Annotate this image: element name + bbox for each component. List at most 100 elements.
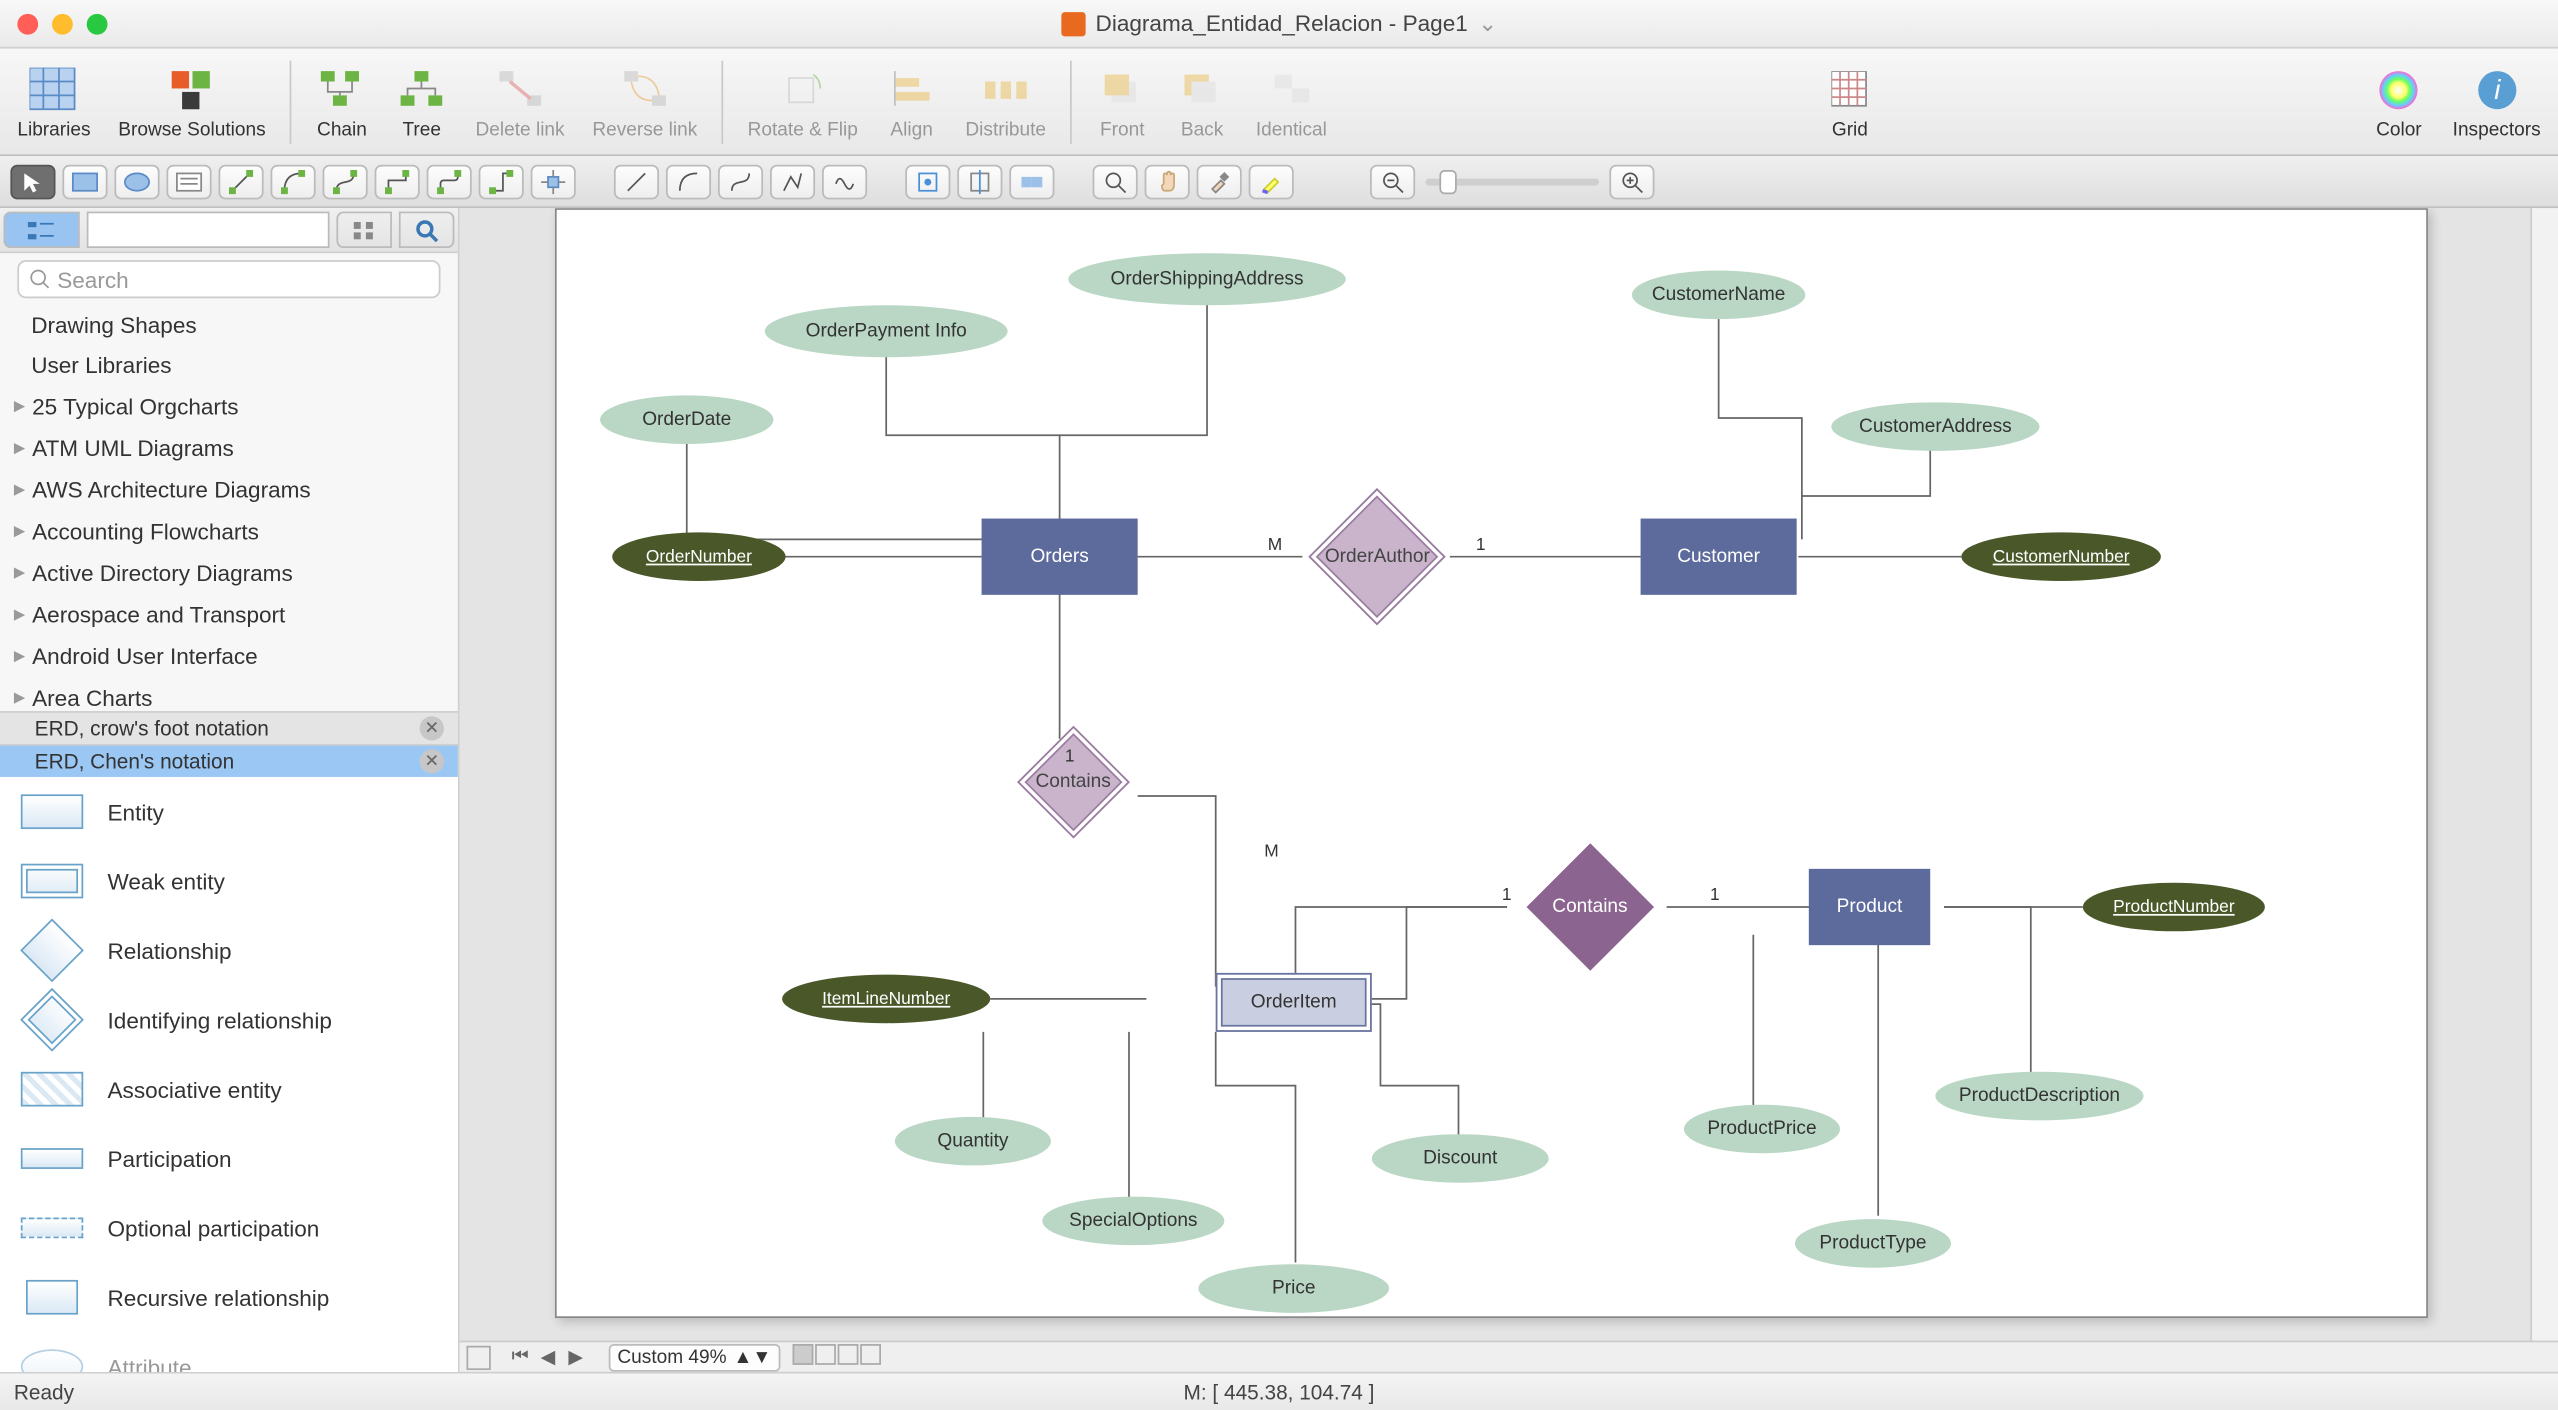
lib-item[interactable]: ▸Android User Interface	[0, 635, 458, 677]
layer-indicators[interactable]	[790, 1344, 880, 1370]
collapse-sidebar-icon[interactable]	[467, 1345, 491, 1369]
browse-button[interactable]: Browse Solutions	[104, 60, 279, 143]
card-1: 1	[1065, 747, 1075, 766]
close-icon[interactable]: ✕	[420, 749, 444, 773]
highlighter-tool[interactable]	[1249, 164, 1294, 199]
lib-item[interactable]: ▸Aerospace and Transport	[0, 593, 458, 635]
conn-ortho-tool[interactable]	[479, 164, 524, 199]
conn-direct-tool[interactable]	[219, 164, 264, 199]
stencil-tabs: ERD, crow's foot notation✕ ERD, Chen's n…	[0, 711, 458, 777]
attr-orderdate[interactable]: OrderDate	[600, 395, 773, 444]
stencil-recursive[interactable]: Recursive relationship	[0, 1263, 458, 1332]
conn-arc-tool[interactable]	[271, 164, 316, 199]
rect-tool[interactable]	[62, 164, 107, 199]
snap-guide-tool[interactable]	[957, 164, 1002, 199]
sidebar: Search Drawing Shapes User Libraries ▸25…	[0, 208, 460, 1372]
reroute-tool[interactable]	[531, 164, 576, 199]
entity-product[interactable]: Product	[1809, 869, 1930, 945]
attr-ordernumber[interactable]: OrderNumber	[612, 532, 785, 581]
sidebar-view-grid[interactable]	[336, 212, 391, 248]
lib-item[interactable]: ▸Accounting Flowcharts	[0, 510, 458, 552]
tree-button[interactable]: Tree	[382, 60, 462, 143]
lib-item[interactable]: User Libraries	[0, 345, 458, 385]
page-prev-icon[interactable]: ◀	[536, 1346, 560, 1369]
zoom-out-button[interactable]	[1370, 164, 1415, 199]
stencil-attribute[interactable]: Attribute	[0, 1332, 458, 1372]
attr-itemlinenumber[interactable]: ItemLineNumber	[782, 975, 990, 1024]
conn-round-tool[interactable]	[427, 164, 472, 199]
entity-orders[interactable]: Orders	[982, 519, 1138, 595]
polyline-tool[interactable]	[770, 164, 815, 199]
ellipse-tool[interactable]	[114, 164, 159, 199]
page-next-icon[interactable]: ▶	[564, 1346, 588, 1369]
stencil-identifying[interactable]: Identifying relationship	[0, 985, 458, 1054]
stencil-assoc-entity[interactable]: Associative entity	[0, 1054, 458, 1123]
sidebar-search-button[interactable]	[399, 212, 454, 248]
attr-orderpayment[interactable]: OrderPayment Info	[765, 305, 1008, 357]
attr-productprice[interactable]: ProductPrice	[1684, 1105, 1840, 1154]
rel-contains2[interactable]: Contains	[1512, 846, 1668, 967]
snap-env-tool[interactable]	[905, 164, 950, 199]
vertical-scrollbar[interactable]	[2530, 208, 2558, 1340]
page-nav: ⏮ ◀ ▶	[498, 1346, 599, 1369]
attr-customernumber[interactable]: CustomerNumber	[1961, 532, 2160, 581]
eyedropper-tool[interactable]	[1197, 164, 1242, 199]
grid-button[interactable]: Grid	[1810, 60, 1890, 143]
rel-contains1[interactable]: Contains	[1008, 730, 1138, 834]
lib-item[interactable]: ▸25 Typical Orgcharts	[0, 385, 458, 427]
attr-productnumber[interactable]: ProductNumber	[2083, 883, 2265, 932]
stencil-entity[interactable]: Entity	[0, 777, 458, 846]
stencil-relationship[interactable]: Relationship	[0, 916, 458, 985]
rel-orderauthor[interactable]: OrderAuthor	[1285, 496, 1467, 617]
attr-specialoptions[interactable]: SpecialOptions	[1042, 1197, 1224, 1246]
text-tool[interactable]	[166, 164, 211, 199]
search-input[interactable]: Search	[17, 260, 440, 298]
tab-chen[interactable]: ERD, Chen's notation✕	[0, 744, 458, 777]
freehand-tool[interactable]	[822, 164, 867, 199]
attr-discount[interactable]: Discount	[1372, 1134, 1549, 1183]
pointer-tool[interactable]	[10, 164, 55, 199]
grid-label: Grid	[1832, 119, 1868, 140]
lib-item[interactable]: Drawing Shapes	[0, 305, 458, 345]
conn-bezier-tool[interactable]	[323, 164, 368, 199]
lib-item[interactable]: ▸Active Directory Diagrams	[0, 551, 458, 593]
svg-text:i: i	[2494, 73, 2501, 104]
attr-ordershipping[interactable]: OrderShippingAddress	[1068, 253, 1345, 305]
sidebar-view-tree[interactable]	[3, 212, 79, 248]
attr-customeraddress[interactable]: CustomerAddress	[1831, 402, 2039, 451]
snap-obj-tool[interactable]	[1009, 164, 1054, 199]
attr-quantity[interactable]: Quantity	[895, 1117, 1051, 1166]
stencil-weak-entity[interactable]: Weak entity	[0, 846, 458, 915]
lib-item[interactable]: ▸AWS Architecture Diagrams	[0, 468, 458, 510]
close-icon[interactable]: ✕	[420, 716, 444, 740]
zoom-slider[interactable]	[1426, 178, 1599, 185]
spline-tool[interactable]	[718, 164, 763, 199]
page-first-icon[interactable]: ⏮	[508, 1346, 532, 1369]
search-canvas-tool[interactable]	[1093, 164, 1138, 199]
inspectors-button[interactable]: i Inspectors	[2439, 60, 2555, 143]
arc-tool[interactable]	[666, 164, 711, 199]
attr-producttype[interactable]: ProductType	[1795, 1219, 1951, 1268]
canvas-area[interactable]: Orders Customer Product OrderItem OrderN…	[460, 208, 2558, 1372]
zoom-in-button[interactable]	[1609, 164, 1654, 199]
attr-customername[interactable]: CustomerName	[1632, 271, 1805, 320]
stencil-optional[interactable]: Optional participation	[0, 1193, 458, 1262]
chain-button[interactable]: Chain	[302, 60, 382, 143]
libraries-button[interactable]: Libraries	[3, 60, 104, 143]
lib-item[interactable]: ▸Area Charts	[0, 676, 458, 711]
entity-customer[interactable]: Customer	[1641, 519, 1797, 595]
canvas[interactable]: Orders Customer Product OrderItem OrderN…	[555, 208, 2428, 1318]
sidebar-filter-input[interactable]	[87, 212, 330, 248]
attr-price[interactable]: Price	[1198, 1264, 1389, 1313]
stencil-participation[interactable]: Participation	[0, 1124, 458, 1193]
color-button[interactable]: Color	[2359, 60, 2439, 143]
conn-smart-tool[interactable]	[375, 164, 420, 199]
entity-orderitem[interactable]: OrderItem	[1216, 973, 1372, 1032]
attr-productdescription[interactable]: ProductDescription	[1935, 1072, 2143, 1121]
zoom-select[interactable]: Custom 49%▲▼	[609, 1343, 780, 1371]
lib-item[interactable]: ▸ATM UML Diagrams	[0, 427, 458, 469]
chevron-down-icon[interactable]: ⌄	[1478, 10, 1497, 38]
line-tool[interactable]	[614, 164, 659, 199]
pan-tool[interactable]	[1145, 164, 1190, 199]
tab-crow[interactable]: ERD, crow's foot notation✕	[0, 711, 458, 744]
